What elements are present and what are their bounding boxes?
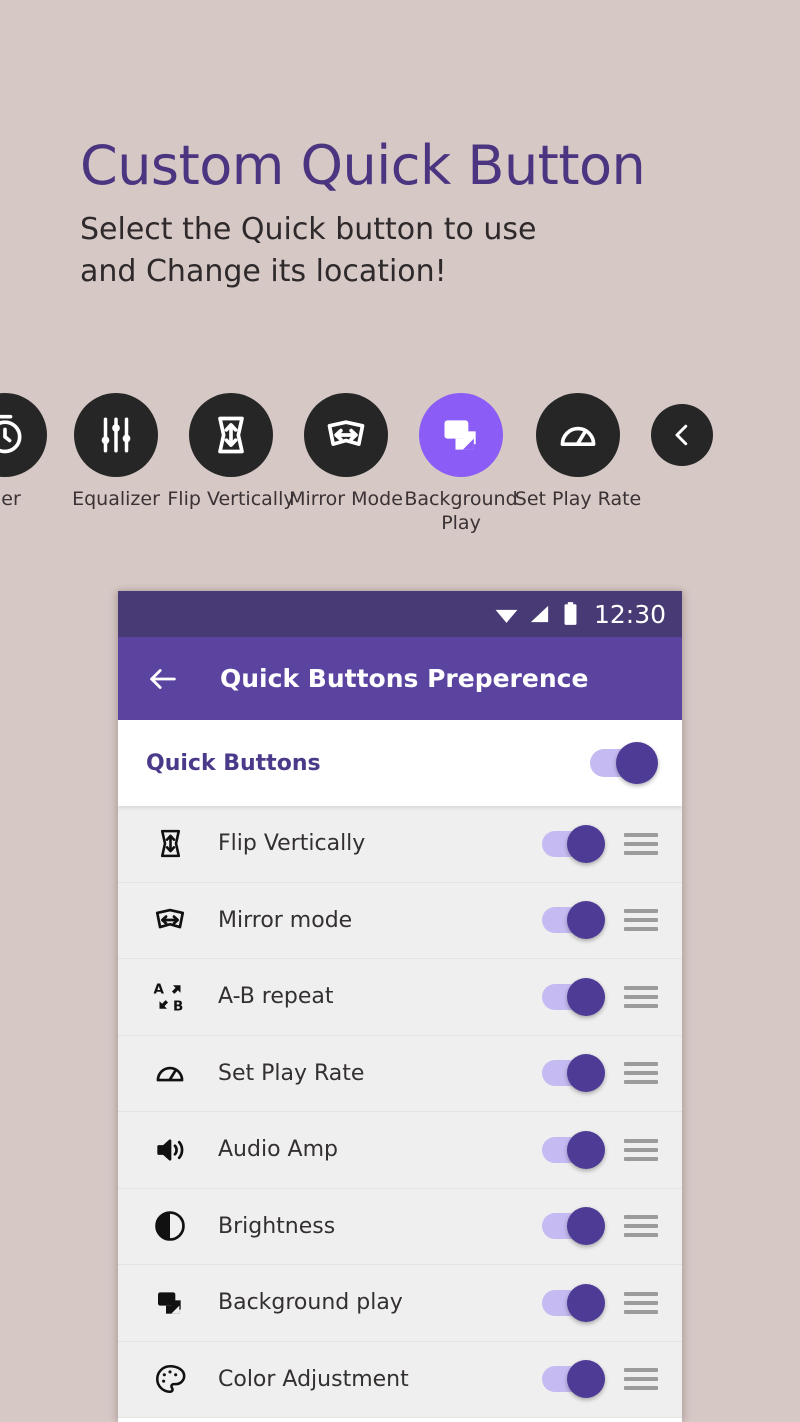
app-bar: Quick Buttons Preperence bbox=[118, 637, 682, 720]
carousel-item-mirror-mode[interactable]: Mirror Mode bbox=[281, 393, 411, 512]
toggle-thumb bbox=[567, 1054, 605, 1093]
mirror-mode-icon bbox=[304, 393, 388, 477]
promo-subtitle-line1: Select the Quick button to use bbox=[80, 211, 537, 247]
toggle-thumb bbox=[567, 1360, 605, 1399]
row-controls bbox=[542, 1360, 658, 1399]
row-controls bbox=[542, 1130, 658, 1169]
row-controls bbox=[542, 1207, 658, 1246]
promo-subtitle: Select the Quick button to use and Chang… bbox=[80, 209, 740, 294]
row-label: Mirror mode bbox=[218, 907, 353, 933]
row-controls bbox=[542, 977, 658, 1016]
timer-icon bbox=[0, 393, 47, 477]
equalizer-icon bbox=[74, 393, 158, 477]
row-toggle[interactable] bbox=[542, 1283, 605, 1322]
table-row[interactable]: Audio Amp bbox=[118, 1112, 682, 1189]
carousel-item-background-play[interactable]: Background Play bbox=[396, 393, 526, 536]
row-label: Color Adjustment bbox=[218, 1366, 409, 1392]
carousel-prev-button[interactable] bbox=[617, 393, 747, 477]
row-label: Audio Amp bbox=[218, 1137, 338, 1163]
toggle-thumb bbox=[567, 977, 605, 1016]
toggle-thumb bbox=[567, 1207, 605, 1246]
table-row[interactable]: Brightness bbox=[118, 1188, 682, 1265]
background-play-icon bbox=[419, 393, 503, 477]
row-toggle[interactable] bbox=[542, 1360, 605, 1399]
drag-handle-icon[interactable] bbox=[624, 1215, 658, 1238]
flip-vertical-icon bbox=[148, 827, 192, 860]
palette-icon bbox=[148, 1362, 192, 1396]
row-label: Set Play Rate bbox=[218, 1060, 365, 1086]
drag-handle-icon[interactable] bbox=[624, 1368, 658, 1391]
row-controls bbox=[542, 1283, 658, 1322]
drag-handle-icon[interactable] bbox=[624, 1291, 658, 1314]
row-label: Brightness bbox=[218, 1213, 336, 1239]
volume-icon bbox=[148, 1133, 192, 1167]
status-bar: 12:30 bbox=[118, 591, 682, 637]
row-toggle[interactable] bbox=[542, 901, 605, 940]
mirror-mode-icon bbox=[148, 903, 192, 937]
app-bar-title: Quick Buttons Preperence bbox=[220, 664, 589, 693]
row-toggle[interactable] bbox=[542, 1054, 605, 1093]
carousel-item-equalizer[interactable]: Equalizer bbox=[51, 393, 181, 512]
toggle-thumb bbox=[567, 901, 605, 940]
battery-icon bbox=[564, 602, 577, 625]
carousel-label: Set Play Rate bbox=[514, 488, 642, 510]
table-row[interactable]: Mirror mode bbox=[118, 882, 682, 959]
table-row[interactable]: Background play bbox=[118, 1265, 682, 1342]
toggle-thumb bbox=[567, 1283, 605, 1322]
row-toggle[interactable] bbox=[542, 977, 605, 1016]
drag-handle-icon[interactable] bbox=[624, 909, 658, 932]
drag-handle-icon[interactable] bbox=[624, 985, 658, 1008]
quick-button-carousel[interactable]: ner Equalizer Flip Vertically bbox=[0, 393, 800, 543]
svg-text:B: B bbox=[173, 998, 183, 1014]
quick-buttons-list: Flip Vertically Mirror mode A B A-B repe… bbox=[118, 806, 682, 1418]
row-label: Flip Vertically bbox=[218, 831, 366, 857]
carousel-label: Equalizer bbox=[72, 488, 160, 510]
row-label: A-B repeat bbox=[218, 984, 334, 1010]
row-toggle[interactable] bbox=[542, 1130, 605, 1169]
brightness-icon bbox=[148, 1209, 192, 1243]
back-arrow-icon[interactable] bbox=[146, 662, 180, 696]
table-row[interactable]: Flip Vertically bbox=[118, 806, 682, 883]
ab-repeat-icon: A B bbox=[148, 979, 192, 1015]
carousel-label: Mirror Mode bbox=[289, 488, 403, 510]
play-rate-icon bbox=[148, 1056, 192, 1090]
toggle-thumb bbox=[616, 742, 658, 784]
row-toggle[interactable] bbox=[542, 824, 605, 863]
status-time: 12:30 bbox=[593, 599, 666, 629]
carousel-label: Background Play bbox=[404, 488, 518, 534]
row-controls bbox=[542, 1054, 658, 1093]
chevron-left-icon bbox=[651, 404, 713, 466]
table-row[interactable]: Color Adjustment bbox=[118, 1341, 682, 1418]
flip-vertical-icon bbox=[189, 393, 273, 477]
table-row[interactable]: A B A-B repeat bbox=[118, 959, 682, 1036]
drag-handle-icon[interactable] bbox=[624, 832, 658, 855]
row-toggle[interactable] bbox=[542, 1207, 605, 1246]
drag-handle-icon[interactable] bbox=[624, 1138, 658, 1161]
drag-handle-icon[interactable] bbox=[624, 1062, 658, 1085]
quick-buttons-master-row[interactable]: Quick Buttons bbox=[118, 720, 682, 806]
phone-mockup: 12:30 Quick Buttons Preperence Quick But… bbox=[118, 591, 682, 1422]
row-controls bbox=[542, 824, 658, 863]
promo-subtitle-line2: and Change its location! bbox=[80, 254, 447, 290]
promo-header: Custom Quick Button Select the Quick but… bbox=[80, 134, 740, 294]
toggle-thumb bbox=[567, 1130, 605, 1169]
background-play-icon bbox=[148, 1287, 192, 1319]
signal-icon bbox=[530, 605, 549, 622]
toggle-thumb bbox=[567, 824, 605, 863]
wifi-icon bbox=[495, 609, 518, 623]
page-title: Custom Quick Button bbox=[80, 134, 646, 197]
table-row[interactable]: Set Play Rate bbox=[118, 1035, 682, 1112]
quick-buttons-master-label: Quick Buttons bbox=[146, 750, 321, 776]
svg-text:A: A bbox=[154, 981, 165, 997]
carousel-item-flip-vertically[interactable]: Flip Vertically bbox=[166, 393, 296, 512]
row-label: Background play bbox=[218, 1290, 403, 1316]
play-rate-icon bbox=[536, 393, 620, 477]
carousel-label: Flip Vertically bbox=[167, 488, 295, 510]
row-controls bbox=[542, 901, 658, 940]
quick-buttons-master-toggle[interactable] bbox=[590, 742, 658, 784]
